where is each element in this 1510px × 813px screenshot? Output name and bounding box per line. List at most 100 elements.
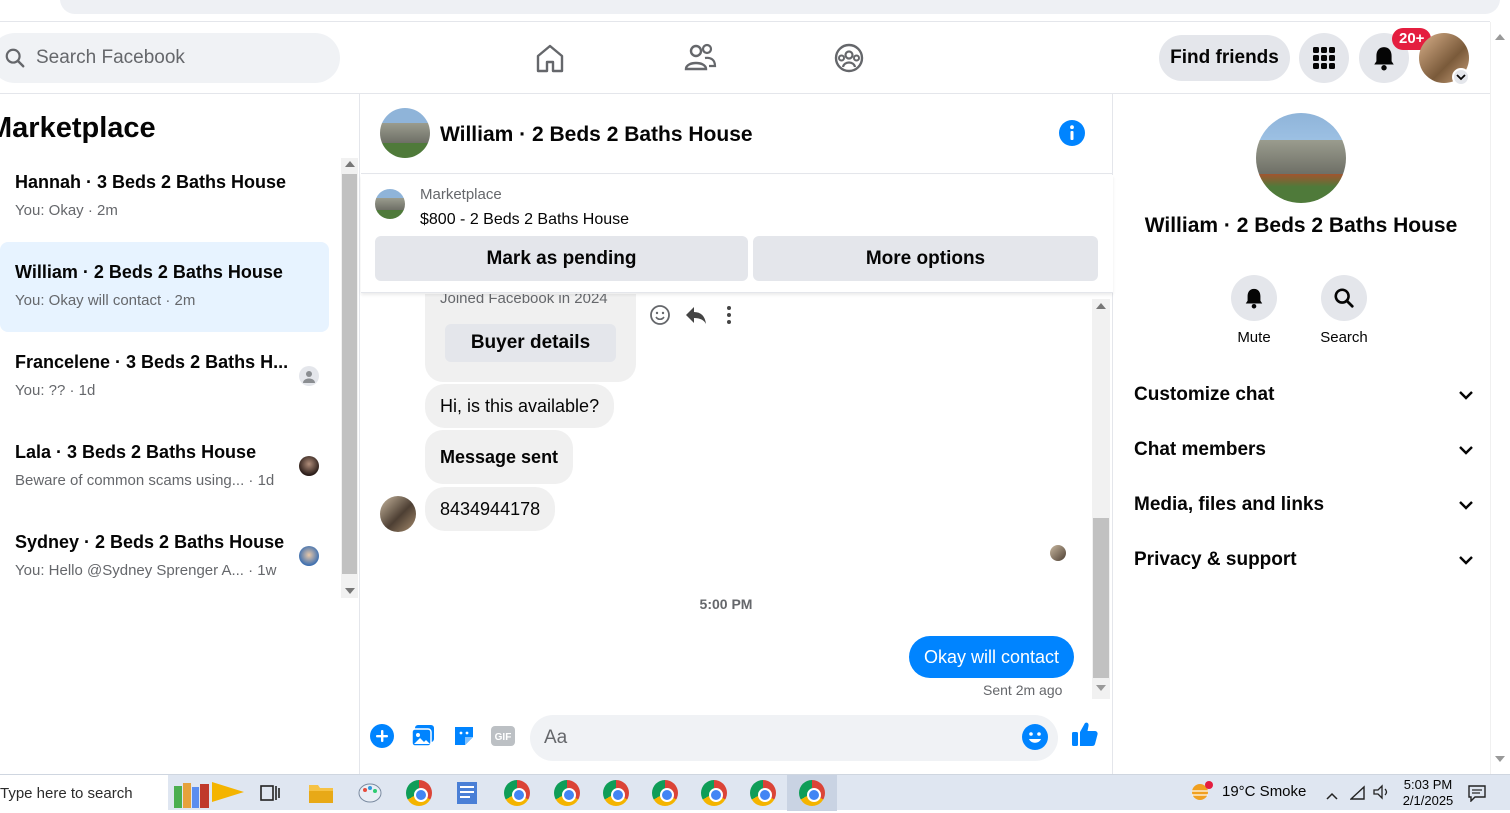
conversation-item[interactable]: Hannah · 3 Beds 2 Baths House You: Okay … (0, 152, 329, 242)
conversation-name: William · 2 Beds 2 Baths House (15, 262, 283, 282)
weather-text[interactable]: 19°C Smoke (1222, 783, 1306, 800)
task-view-icon[interactable] (260, 783, 280, 808)
chrome-icon[interactable] (406, 780, 432, 806)
scroll-up-arrow-icon[interactable] (1096, 303, 1106, 309)
books-widget-icon[interactable] (172, 778, 246, 808)
conversation-preview: You: Okay will contact · 2m (15, 292, 196, 309)
groups-icon[interactable] (829, 40, 869, 76)
conversation-preview: Beware of common scams using... · 1d (15, 472, 275, 489)
section-media-files-links[interactable]: Media, files and links (1134, 485, 1474, 525)
scroll-up-arrow-icon[interactable] (1495, 34, 1505, 40)
section-customize-chat[interactable]: Customize chat (1134, 375, 1474, 415)
section-chat-members[interactable]: Chat members (1134, 430, 1474, 470)
sent-message: Okay will contact (909, 636, 1075, 678)
chevron-down-icon (1459, 391, 1473, 400)
listing-photo[interactable] (1256, 113, 1346, 203)
section-label: Media, files and links (1134, 494, 1325, 515)
react-icon[interactable] (649, 304, 671, 326)
section-privacy-support[interactable]: Privacy & support (1134, 540, 1474, 580)
listing-thumbnail[interactable] (375, 189, 405, 219)
conversation-item[interactable]: Francelene · 3 Beds 2 Baths H... You: ??… (0, 332, 329, 422)
menu-grid-button[interactable] (1299, 33, 1349, 83)
chrome-icon[interactable] (554, 780, 580, 806)
notification-center-icon[interactable] (1468, 784, 1486, 807)
conversation-item[interactable]: Sydney · 2 Beds 2 Baths House You: Hello… (0, 512, 329, 602)
message-thread: Joined Facebook in 2024 Buyer details Hi… (361, 294, 1113, 704)
conversation-preview: You: Okay · 2m (15, 202, 118, 219)
chrome-icon[interactable] (603, 780, 629, 806)
page-scrollbar[interactable] (1490, 22, 1510, 774)
document-app-icon[interactable] (456, 781, 478, 810)
chevron-down-icon (1459, 556, 1473, 565)
chrome-icon[interactable] (750, 780, 776, 806)
volume-icon[interactable] (1372, 784, 1390, 805)
gif-icon[interactable]: GIF (490, 724, 516, 748)
wifi-icon[interactable] (1349, 785, 1366, 806)
weather-icon[interactable] (1190, 781, 1214, 803)
sender-avatar[interactable] (380, 496, 416, 532)
conversation-preview: You: ?? · 1d (15, 382, 96, 399)
conversation-name: Hannah · 3 Beds 2 Baths House (15, 172, 287, 192)
message-composer: GIF (361, 706, 1113, 774)
clock-date: 2/1/2025 (1402, 793, 1454, 808)
more-vertical-icon[interactable] (724, 304, 734, 326)
buyer-details-button[interactable]: Buyer details (445, 324, 616, 362)
emoji-icon[interactable] (1022, 724, 1048, 750)
info-icon[interactable] (1059, 120, 1085, 146)
listing-avatar[interactable] (380, 108, 430, 158)
chevron-down-icon[interactable] (1452, 68, 1470, 86)
system-clock[interactable]: 5:03 PM 2/1/2025 (1400, 777, 1456, 809)
top-navigation: Search Facebook Find friends 20+ (0, 22, 1490, 94)
search-label: Search (1320, 329, 1368, 346)
conversation-scroll-thumb[interactable] (342, 174, 357, 574)
like-icon[interactable] (1071, 720, 1099, 748)
buyer-info-card: Joined Facebook in 2024 Buyer details (425, 294, 636, 382)
section-label: Customize chat (1134, 384, 1275, 405)
scroll-down-arrow-icon[interactable] (345, 588, 355, 594)
search-icon (5, 48, 25, 68)
more-options-button[interactable]: More options (753, 236, 1098, 281)
find-friends-button[interactable]: Find friends (1159, 35, 1290, 81)
mark-as-pending-button[interactable]: Mark as pending (375, 236, 748, 281)
home-icon[interactable] (530, 40, 570, 76)
search-facebook-input[interactable]: Search Facebook (0, 33, 340, 83)
listing-price-title[interactable]: $800 - 2 Beds 2 Baths House (420, 211, 629, 229)
reply-icon[interactable] (684, 304, 708, 326)
chat-header: William · 2 Beds 2 Baths House (361, 94, 1113, 174)
add-plus-icon[interactable] (370, 724, 394, 748)
conversation-name: Francelene · 3 Beds 2 Baths H... (15, 352, 289, 372)
conversation-item[interactable]: Lala · 3 Beds 2 Baths House Beware of co… (0, 422, 329, 512)
received-message: 8434944178 (425, 487, 556, 531)
chat-title[interactable]: William · 2 Beds 2 Baths House (440, 123, 753, 147)
chrome-icon-active[interactable] (799, 780, 825, 806)
scroll-down-arrow-icon[interactable] (1495, 756, 1505, 762)
taskbar-search[interactable]: Type here to search (0, 775, 168, 811)
mute-button[interactable]: Mute (1209, 275, 1299, 346)
chrome-icon[interactable] (652, 780, 678, 806)
search-icon (1334, 288, 1354, 308)
browser-address-strip (0, 0, 1500, 22)
chevron-down-icon (1459, 501, 1473, 510)
chevron-down-icon (1459, 446, 1473, 455)
message-input[interactable] (530, 715, 1058, 761)
address-bar[interactable] (60, 0, 1500, 14)
chat-scroll-thumb[interactable] (1093, 518, 1109, 678)
friends-icon[interactable] (680, 40, 720, 76)
sticker-icon[interactable] (452, 724, 476, 748)
scroll-up-arrow-icon[interactable] (345, 161, 355, 167)
file-explorer-icon[interactable] (308, 781, 334, 810)
chrome-icon[interactable] (504, 780, 530, 806)
svg-text:GIF: GIF (495, 732, 512, 743)
read-receipt-avatar (1050, 545, 1066, 561)
photo-icon[interactable] (411, 724, 435, 748)
chrome-icon[interactable] (701, 780, 727, 806)
scroll-down-arrow-icon[interactable] (1096, 685, 1106, 691)
search-in-chat-button[interactable]: Search (1299, 275, 1389, 346)
chevron-up-icon[interactable] (1326, 787, 1338, 805)
listing-label: Marketplace (420, 186, 502, 203)
conversation-item-active[interactable]: William · 2 Beds 2 Baths House You: Okay… (0, 242, 329, 332)
conversation-name: Sydney · 2 Beds 2 Baths House (15, 532, 285, 552)
seen-avatar-icon (299, 366, 319, 386)
paint-app-icon[interactable] (357, 781, 383, 810)
section-label: Privacy & support (1134, 549, 1297, 570)
